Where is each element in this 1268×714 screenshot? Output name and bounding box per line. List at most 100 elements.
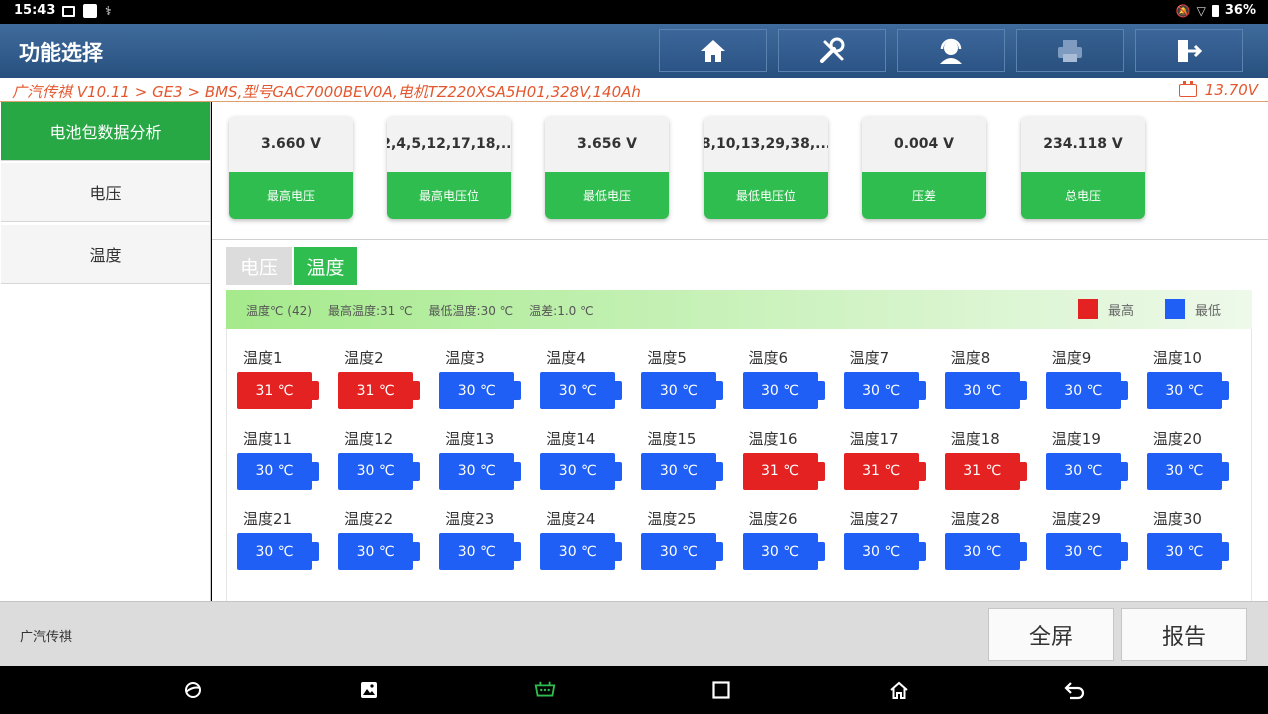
temperature-cell-value: 30 ℃ [540, 533, 616, 570]
temperature-cell: 温度23 30 ℃ [429, 490, 530, 570]
temperature-cell-name: 温度20 [1152, 429, 1202, 448]
temperature-cell-name: 温度11 [243, 429, 293, 448]
breadcrumb: 广汽传祺 V10.11 > GE3 > BMS,型号GAC7000BEV0A,电… [0, 78, 1268, 102]
print-button[interactable] [1016, 29, 1124, 72]
tools-button[interactable] [778, 29, 886, 72]
card-label: 压差 [862, 172, 986, 219]
temperature-cell-name: 温度3 [445, 349, 485, 367]
support-button[interactable] [897, 29, 1005, 72]
exit-button[interactable] [1135, 29, 1243, 72]
tab-temperature[interactable]: 温度 [294, 247, 357, 285]
battery-terminal-icon [1120, 381, 1128, 400]
temperature-cell-value: 31 ℃ [944, 452, 1020, 490]
sidebar-item-temperature[interactable]: 温度 [1, 225, 210, 284]
legend-low: 最低 [1165, 299, 1221, 319]
temperature-cell-value: 30 ℃ [843, 533, 919, 570]
temperature-cell-value: 30 ℃ [1045, 533, 1121, 570]
report-button[interactable]: 报告 [1121, 608, 1247, 661]
legend-high: 最高 [1078, 299, 1134, 319]
temperature-cell-value: 30 ℃ [1045, 452, 1121, 490]
temperature-cell-value: 30 ℃ [1146, 372, 1222, 409]
temperature-cell-value: 30 ℃ [944, 372, 1020, 409]
temperature-cell-value: 30 ℃ [439, 372, 515, 409]
temperature-cell-name: 温度16 [748, 429, 798, 448]
temperature-cell-value: 30 ℃ [1045, 372, 1121, 409]
battery-terminal-icon [514, 542, 522, 561]
temperature-cell-value: 30 ℃ [641, 533, 717, 570]
home-button[interactable] [659, 29, 767, 72]
temperature-cell-name: 温度23 [445, 510, 495, 528]
battery-terminal-icon [918, 461, 926, 481]
temperature-cell-name: 温度2 [344, 349, 384, 367]
tab-voltage[interactable]: 电压 [226, 247, 292, 285]
temperature-cell-value: 30 ℃ [742, 372, 818, 409]
recent-apps-button[interactable] [709, 678, 733, 702]
temperature-cell-name: 温度5 [647, 349, 687, 367]
battery-terminal-icon [817, 381, 825, 400]
temperature-cell: 温度19 30 ℃ [1036, 410, 1137, 490]
battery-terminal-icon [1019, 381, 1027, 400]
temperature-cell-value: 30 ℃ [338, 452, 414, 490]
temperature-cell-name: 温度24 [546, 510, 596, 528]
temperature-cell: 温度27 30 ℃ [834, 490, 935, 570]
back-nav-button[interactable] [1063, 678, 1087, 702]
temperature-cell-name: 温度19 [1051, 429, 1101, 448]
android-nav-bar [0, 666, 1268, 714]
back-arrow-icon [1064, 682, 1085, 700]
browser-nav-button[interactable] [181, 678, 205, 702]
temperature-cell: 温度4 30 ℃ [530, 329, 631, 409]
temperature-cell: 温度22 30 ℃ [328, 490, 429, 570]
temperature-cell-name: 温度12 [344, 429, 394, 448]
sidebar-item-pack-analysis[interactable]: 电池包数据分析 [1, 102, 210, 161]
card-value: 3.656 V [545, 116, 669, 172]
card-min-voltage: 3.656 V 最低电压 [545, 116, 669, 219]
home-icon [701, 39, 725, 62]
legend-high-swatch [1078, 299, 1098, 319]
card-label: 最低电压位 [704, 172, 828, 219]
temperature-cell-name: 温度6 [748, 349, 789, 367]
fullscreen-button[interactable]: 全屏 [988, 608, 1114, 661]
temperature-cell: 温度16 31 ℃ [733, 410, 834, 490]
battery-terminal-icon [1019, 461, 1027, 481]
temperature-cell-value: 31 ℃ [237, 372, 312, 409]
temperature-cell-name: 温度1 [243, 349, 283, 367]
max-temperature: 最高温度:31 ℃ [327, 304, 413, 318]
sidebar-item-voltage[interactable]: 电压 [1, 163, 210, 222]
temperature-cell: 温度1 31 ℃ [227, 329, 328, 409]
title-bar: 功能选择 [0, 24, 1268, 78]
temperature-cell-name: 温度27 [849, 510, 899, 528]
temperature-cell-value: 30 ℃ [1146, 533, 1222, 570]
printer-icon [1058, 39, 1082, 62]
vci-nav-button[interactable] [533, 678, 557, 702]
temperature-cell-name: 温度4 [546, 349, 586, 367]
temperature-cell-name: 温度22 [344, 510, 394, 528]
home-nav-button[interactable] [887, 678, 911, 702]
card-value: 234.118 V [1021, 116, 1145, 172]
battery-terminal-icon [615, 461, 623, 481]
sidebar: 电池包数据分析 电压 温度 [0, 102, 211, 601]
legend-low-swatch [1165, 299, 1185, 319]
temperature-cell: 温度6 30 ℃ [733, 329, 834, 409]
page-title: 功能选择 [19, 41, 103, 65]
footer-brand: 广汽传祺 [20, 630, 73, 645]
temperature-cell-name: 温度14 [546, 429, 596, 448]
temperature-cell-value: 30 ℃ [540, 372, 616, 409]
temperature-cell-value: 30 ℃ [237, 452, 312, 490]
battery-level: 36% [1224, 3, 1256, 18]
battery-terminal-icon [1221, 542, 1229, 561]
temperature-cell-name: 温度15 [647, 429, 697, 448]
card-voltage-diff: 0.004 V 压差 [862, 116, 986, 219]
temperature-cell-name: 温度8 [950, 349, 991, 367]
battery-terminal-icon [413, 381, 421, 400]
temperature-cell-name: 温度26 [748, 510, 798, 528]
temperature-cell: 温度25 30 ℃ [631, 490, 732, 570]
mute-icon: 🔕 [1175, 3, 1191, 18]
battery-voltage-value: 13.70V [1204, 81, 1258, 99]
battery-terminal-icon [716, 461, 724, 481]
temperature-cell-grid[interactable]: 温度1 31 ℃ 温度2 31 ℃ 温度3 30 ℃ 温度4 30 ℃ 温度5 30 ℃ 温度6 30… [226, 329, 1252, 601]
status-time: 15:43 [14, 3, 56, 18]
card-value: 8,10,13,29,38,... [704, 116, 828, 172]
temperature-cell: 温度28 30 ℃ [935, 490, 1036, 570]
gallery-nav-button[interactable] [357, 678, 381, 702]
card-value: 2,4,5,12,17,18,... [387, 116, 511, 172]
